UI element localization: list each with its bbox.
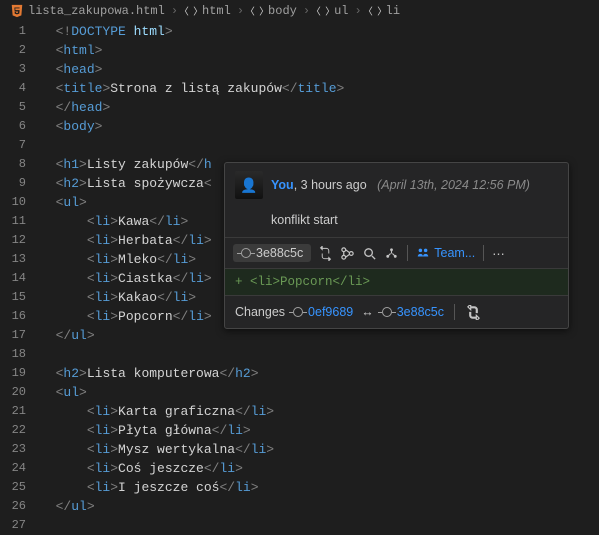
code-line: 20 <ul>: [0, 383, 599, 402]
separator: [407, 245, 408, 261]
breadcrumb-item-li[interactable]: li: [368, 4, 400, 18]
avatar: 👤: [235, 171, 263, 199]
line-number: 1: [0, 22, 40, 41]
gitlens-hover-card: 👤 You, 3 hours ago (April 13th, 2024 12:…: [224, 162, 569, 329]
compare-icon[interactable]: [317, 245, 333, 261]
line-number: 25: [0, 478, 40, 497]
chevron-right-icon: ›: [303, 4, 310, 18]
code-line: 19 <h2>Lista komputerowa</h2>: [0, 364, 599, 383]
chevron-right-icon: ›: [171, 4, 178, 18]
explore-icon[interactable]: [383, 245, 399, 261]
line-number: 18: [0, 345, 40, 364]
line-number: 6: [0, 117, 40, 136]
line-number: 19: [0, 364, 40, 383]
changes-label: Changes: [235, 305, 285, 319]
hover-commit-chip[interactable]: 3e88c5c: [233, 244, 311, 262]
line-number: 4: [0, 79, 40, 98]
line-number: 9: [0, 174, 40, 193]
hover-toolbar: 3e88c5c Team... ⋯: [225, 238, 568, 268]
code-line: 4 <title>Strona z listą zakupów</title>: [0, 79, 599, 98]
commit-icon: [382, 307, 392, 317]
breadcrumb-item-html[interactable]: html: [184, 4, 231, 18]
hover-author: You: [271, 178, 294, 192]
separator: [454, 304, 455, 320]
code-line: 23 <li>Mysz wertykalna</li>: [0, 440, 599, 459]
line-number: 10: [0, 193, 40, 212]
tag-icon: [250, 4, 264, 18]
tag-icon: [316, 4, 330, 18]
breadcrumb-item-body[interactable]: body: [250, 4, 297, 18]
line-number: 21: [0, 402, 40, 421]
line-number: 2: [0, 41, 40, 60]
line-number: 5: [0, 98, 40, 117]
commit-icon: [241, 248, 251, 258]
hover-commit-message: konflikt start: [225, 207, 568, 237]
code-line: 26 </ul>: [0, 497, 599, 516]
tag-icon: [368, 4, 382, 18]
breadcrumb-file-label: lista_zakupowa.html: [28, 4, 165, 18]
breadcrumb-label: li: [386, 4, 400, 18]
line-number: 23: [0, 440, 40, 459]
hover-header: 👤 You, 3 hours ago (April 13th, 2024 12:…: [225, 163, 568, 207]
chevron-right-icon: ›: [354, 4, 361, 18]
hover-date: (April 13th, 2024 12:56 PM): [377, 178, 530, 192]
breadcrumb-label: ul: [334, 4, 348, 18]
code-line: 3 <head>: [0, 60, 599, 79]
line-number: 26: [0, 497, 40, 516]
code-line: 1 <!DOCTYPE html>: [0, 22, 599, 41]
breadcrumb-label: body: [268, 4, 297, 18]
line-number: 13: [0, 250, 40, 269]
code-line: 21 <li>Karta graficzna</li>: [0, 402, 599, 421]
code-line: 24 <li>Coś jeszcze</li>: [0, 459, 599, 478]
line-number: 8: [0, 155, 40, 174]
code-line: 22 <li>Płyta główna</li>: [0, 421, 599, 440]
breadcrumb-file[interactable]: lista_zakupowa.html: [10, 4, 165, 18]
open-changes-icon[interactable]: [465, 304, 481, 320]
hover-commit-short: 3e88c5c: [256, 246, 303, 260]
separator: [483, 245, 484, 261]
breadcrumb-item-ul[interactable]: ul: [316, 4, 348, 18]
line-number: 27: [0, 516, 40, 535]
arrow-left-right-icon: ↔: [361, 305, 374, 319]
line-number: 12: [0, 231, 40, 250]
breadcrumb: lista_zakupowa.html › html › body › ul ›…: [0, 0, 599, 22]
changes-from-commit[interactable]: 0ef9689: [293, 305, 353, 319]
line-number: 20: [0, 383, 40, 402]
line-number: 22: [0, 421, 40, 440]
more-actions-icon[interactable]: ⋯: [492, 246, 506, 261]
changes-to-commit[interactable]: 3e88c5c: [382, 305, 444, 319]
html-file-icon: [10, 4, 24, 18]
line-number: 24: [0, 459, 40, 478]
commit-icon: [293, 307, 303, 317]
line-number: 11: [0, 212, 40, 231]
line-number: 14: [0, 269, 40, 288]
search-icon[interactable]: [361, 245, 377, 261]
team-icon: [416, 246, 430, 260]
team-label: Team...: [434, 246, 475, 260]
hover-changes-row: Changes 0ef9689 ↔ 3e88c5c: [225, 296, 568, 328]
code-line: 7: [0, 136, 599, 155]
chevron-right-icon: ›: [237, 4, 244, 18]
code-line: 2 <html>: [0, 41, 599, 60]
team-link[interactable]: Team...: [416, 246, 475, 260]
code-line: 25 <li>I jeszcze coś</li>: [0, 478, 599, 497]
code-line: 27: [0, 516, 599, 535]
line-number: 16: [0, 307, 40, 326]
code-line: 6 <body>: [0, 117, 599, 136]
line-number: 15: [0, 288, 40, 307]
code-line: 5 </head>: [0, 98, 599, 117]
breadcrumb-label: html: [202, 4, 231, 18]
graph-icon[interactable]: [339, 245, 355, 261]
line-number: 17: [0, 326, 40, 345]
line-number: 3: [0, 60, 40, 79]
code-line: 18: [0, 345, 599, 364]
tag-icon: [184, 4, 198, 18]
line-number: 7: [0, 136, 40, 155]
hover-diff-line: + <li>Popcorn</li>: [225, 269, 568, 295]
hover-timeago: 3 hours ago: [301, 178, 367, 192]
